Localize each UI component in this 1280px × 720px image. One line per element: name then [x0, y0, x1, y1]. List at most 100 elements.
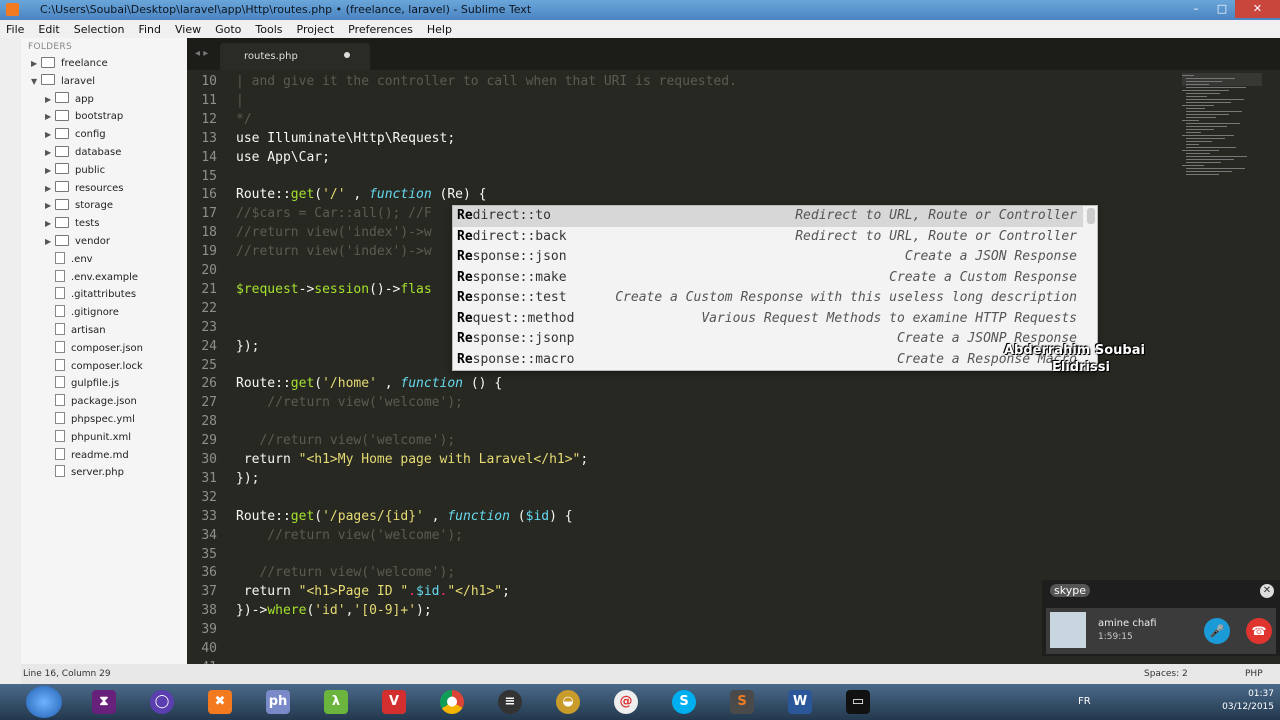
clock[interactable]: 01:37 03/12/2015 [1222, 688, 1274, 714]
sidebar-item-database[interactable]: ▶ database [45, 144, 121, 161]
autocomplete-item[interactable]: Response::test Create a Custom Response w… [453, 288, 1083, 309]
collapsed-arrow-icon[interactable]: ▶ [45, 215, 55, 232]
collapsed-arrow-icon[interactable]: ▶ [45, 197, 55, 214]
code-line[interactable]: Route::get('/' , function (Re) { [236, 187, 487, 202]
sidebar-item-env[interactable]: .env [45, 251, 93, 268]
sidebar-item-laravel[interactable]: ▼ laravel [31, 73, 95, 90]
browser-icon[interactable]: @ [602, 687, 650, 717]
menu-selection[interactable]: Selection [74, 23, 125, 36]
code-line[interactable]: })->where('id','[0-9]+'); [236, 603, 432, 618]
terminal-icon[interactable]: ▭ [834, 687, 882, 717]
collapsed-arrow-icon[interactable]: ▶ [45, 162, 55, 179]
autocomplete-item[interactable]: Response::json Create a JSON Response [453, 247, 1083, 268]
sidebar-item-storage[interactable]: ▶ storage [45, 197, 113, 214]
maximize-button[interactable]: □ [1209, 0, 1235, 18]
unsaved-dot-icon[interactable] [344, 52, 350, 58]
autocomplete-item[interactable]: Response::jsonp Create a JSONP Response [453, 329, 1083, 350]
sidebar-item-vendor[interactable]: ▶ vendor [45, 233, 110, 250]
tab-nav-arrows[interactable]: ◂ ▸ [195, 48, 208, 59]
code-line[interactable]: }); [236, 471, 259, 486]
database-icon[interactable]: ≡ [486, 687, 534, 717]
sidebar-item-freelance[interactable]: ▶ freelance [31, 55, 108, 72]
autocomplete-item[interactable]: Redirect::to Redirect to URL, Route or Co… [453, 206, 1083, 227]
sidebar-item-config[interactable]: ▶ config [45, 126, 106, 143]
collapsed-arrow-icon[interactable]: ▶ [45, 144, 55, 161]
close-icon[interactable]: ✕ [1260, 584, 1274, 598]
hang-up-icon[interactable]: ☎ [1246, 618, 1272, 644]
code-line[interactable]: return "<h1>My Home page with Laravel</h… [236, 452, 588, 467]
collapsed-arrow-icon[interactable]: ▶ [45, 233, 55, 250]
server-icon[interactable]: ◒ [544, 687, 592, 717]
collapsed-arrow-icon[interactable]: ▶ [45, 180, 55, 197]
menu-tools[interactable]: Tools [255, 23, 282, 36]
code-line[interactable]: //return view('welcome'); [236, 433, 455, 448]
code-line[interactable]: | [236, 93, 244, 108]
autocomplete-scrollbar[interactable] [1087, 208, 1095, 224]
app-circle-icon[interactable]: ◯ [138, 687, 186, 717]
sidebar-item-env-example[interactable]: .env.example [45, 269, 138, 286]
lambda-icon[interactable]: λ [312, 687, 360, 717]
collapsed-arrow-icon[interactable]: ▶ [45, 91, 55, 108]
sidebar-item-bootstrap[interactable]: ▶ bootstrap [45, 108, 123, 125]
code-line[interactable]: return "<h1>Page ID ".$id."</h1>"; [236, 584, 510, 599]
sidebar-item-app[interactable]: ▶ app [45, 91, 94, 108]
code-line[interactable]: $request->session()->flas [236, 282, 432, 297]
start-button[interactable] [26, 686, 62, 718]
chrome-icon[interactable]: ● [428, 687, 476, 717]
sublime-text-icon[interactable]: S [718, 687, 766, 717]
code-line[interactable]: Route::get('/home' , function () { [236, 376, 502, 391]
sidebar-item-composer-json[interactable]: composer.json [45, 340, 143, 357]
code-line[interactable]: //return view('welcome'); [236, 395, 463, 410]
autocomplete-item[interactable]: Request::method Various Request Methods t… [453, 309, 1083, 330]
code-line[interactable]: //return view('index')->w [236, 244, 432, 259]
menu-view[interactable]: View [175, 23, 201, 36]
sidebar-item-public[interactable]: ▶ public [45, 162, 105, 179]
sidebar-item-gulpfile-js[interactable]: gulpfile.js [45, 375, 119, 392]
sidebar-item-gitattributes[interactable]: .gitattributes [45, 286, 136, 303]
sidebar-item-phpunit-xml[interactable]: phpunit.xml [45, 429, 131, 446]
menu-project[interactable]: Project [297, 23, 335, 36]
sidebar-item-server-php[interactable]: server.php [45, 464, 124, 481]
vivaldi-icon[interactable]: V [370, 687, 418, 717]
collapsed-arrow-icon[interactable]: ▶ [45, 126, 55, 143]
code-line[interactable]: //return view('index')->w [236, 225, 432, 240]
xampp-icon[interactable]: ✖ [196, 687, 244, 717]
tab-routes-php[interactable]: routes.php [220, 43, 370, 70]
autocomplete-item[interactable]: Redirect::back Redirect to URL, Route or … [453, 227, 1083, 248]
close-button[interactable]: ✕ [1235, 0, 1280, 18]
code-line[interactable]: //return view('welcome'); [236, 565, 455, 580]
sidebar-item-readme-md[interactable]: readme.md [45, 447, 129, 464]
visual-studio-icon[interactable]: ⧗ [80, 687, 128, 717]
indentation-setting[interactable]: Spaces: 2 [1144, 669, 1188, 679]
autocomplete-item[interactable]: Response::make Create a Custom Response [453, 268, 1083, 289]
code-line[interactable]: | and give it the controller to call whe… [236, 74, 737, 89]
sidebar-item-phpspec-yml[interactable]: phpspec.yml [45, 411, 135, 428]
word-icon[interactable]: W [776, 687, 824, 717]
sidebar-item-artisan[interactable]: artisan [45, 322, 106, 339]
code-line[interactable]: use App\Car; [236, 150, 330, 165]
code-line[interactable]: Route::get('/pages/{id}' , function ($id… [236, 509, 573, 524]
expanded-arrow-icon[interactable]: ▼ [31, 73, 41, 90]
syntax-selector[interactable]: PHP [1245, 669, 1263, 679]
minimap[interactable] [1182, 70, 1262, 190]
sidebar-item-tests[interactable]: ▶ tests [45, 215, 99, 232]
code-line[interactable]: //$cars = Car::all(); //F [236, 206, 432, 221]
menu-preferences[interactable]: Preferences [348, 23, 413, 36]
code-line[interactable]: //return view('welcome'); [236, 528, 463, 543]
sidebar-item-package-json[interactable]: package.json [45, 393, 137, 410]
sidebar-item-resources[interactable]: ▶ resources [45, 180, 123, 197]
sidebar-item-gitignore[interactable]: .gitignore [45, 304, 119, 321]
menu-goto[interactable]: Goto [215, 23, 241, 36]
language-indicator[interactable]: FR [1078, 696, 1091, 707]
microphone-icon[interactable]: 🎤 [1204, 618, 1230, 644]
minimize-button[interactable]: – [1183, 0, 1209, 18]
collapsed-arrow-icon[interactable]: ▶ [45, 108, 55, 125]
menu-edit[interactable]: Edit [38, 23, 59, 36]
php-editor-icon[interactable]: ph [254, 687, 302, 717]
collapsed-arrow-icon[interactable]: ▶ [31, 55, 41, 72]
menu-help[interactable]: Help [427, 23, 452, 36]
skype-icon[interactable]: S [660, 687, 708, 717]
menu-find[interactable]: Find [138, 23, 161, 36]
code-line[interactable]: */ [236, 112, 252, 127]
menu-file[interactable]: File [6, 23, 24, 36]
